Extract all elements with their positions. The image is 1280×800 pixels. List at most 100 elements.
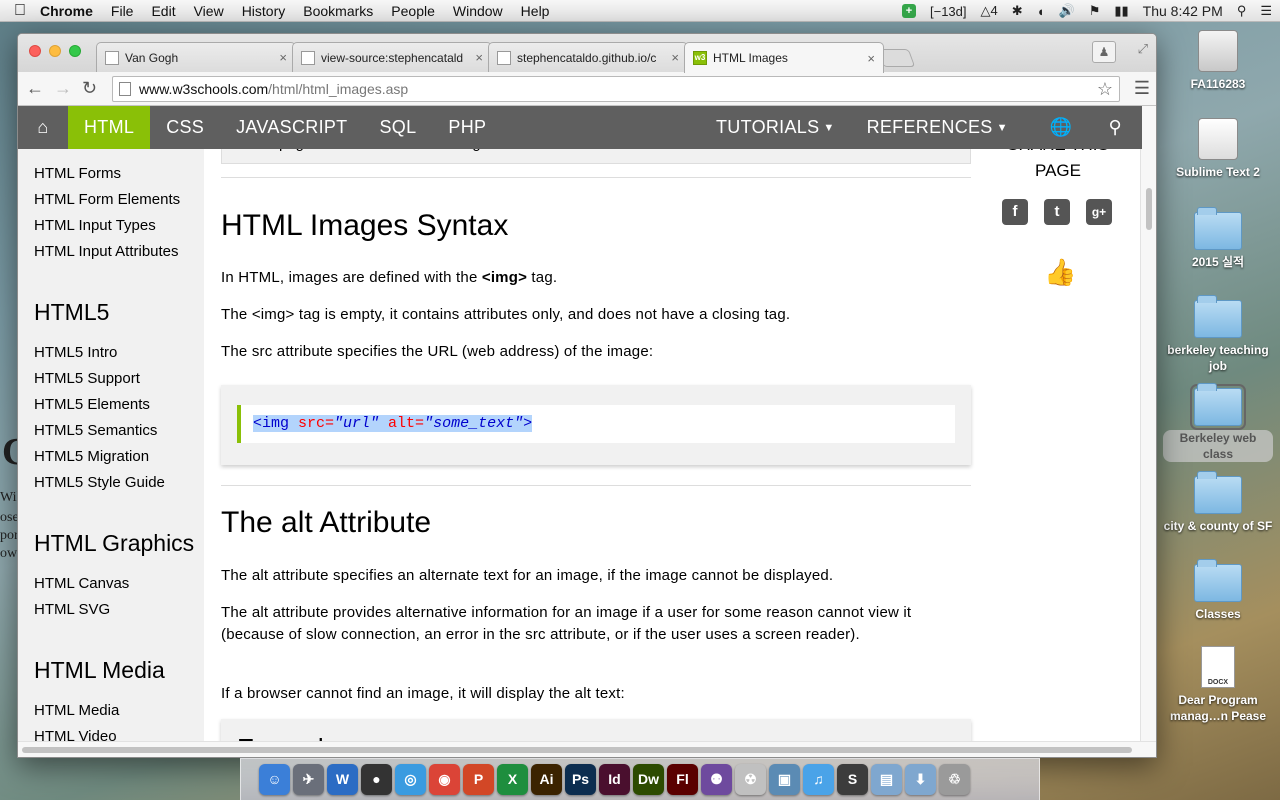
menu-file[interactable]: File xyxy=(111,3,134,19)
sidebar-link[interactable]: HTML5 Support xyxy=(34,370,140,387)
wifi-icon[interactable]: ◖ xyxy=(1037,4,1045,19)
horizontal-scroll-thumb[interactable] xyxy=(22,747,1132,753)
facebook-icon[interactable]: f xyxy=(1002,199,1028,225)
thumbs-up-icon[interactable]: 👍 xyxy=(1044,257,1076,288)
home-icon[interactable]: ⌂ xyxy=(18,106,68,149)
itunes-icon[interactable]: ♫ xyxy=(803,764,834,795)
twitter-icon[interactable]: t xyxy=(1044,199,1070,225)
fullscreen-icon[interactable]: ⤢ xyxy=(1138,41,1148,57)
tab-view-source[interactable]: view-source:stephencatald × xyxy=(292,42,492,72)
sidebar-link[interactable]: HTML Input Attributes xyxy=(34,243,179,260)
tab-html-images[interactable]: w3 HTML Images × xyxy=(684,42,884,73)
desktop-icon-folder[interactable]: Classes xyxy=(1163,559,1273,622)
vertical-scroll-thumb[interactable] xyxy=(1146,188,1152,230)
volume-icon[interactable]: 🔊 xyxy=(1059,3,1075,19)
sidebar-link[interactable]: HTML Input Types xyxy=(34,217,156,234)
dreamweaver-icon[interactable]: Dw xyxy=(633,764,664,795)
menu-window[interactable]: Window xyxy=(453,3,503,19)
desktop-icon-sublime-volume[interactable]: Sublime Text 2 xyxy=(1163,118,1273,180)
nav-php[interactable]: PHP xyxy=(432,106,502,149)
status-plus-icon[interactable]: + xyxy=(901,4,916,18)
nav-sql[interactable]: SQL xyxy=(363,106,432,149)
downloads-icon[interactable]: ⬇ xyxy=(905,764,936,795)
google-plus-icon[interactable]: g+ xyxy=(1086,199,1112,225)
sidebar-link[interactable]: HTML5 Elements xyxy=(34,396,150,413)
profile-icon[interactable]: ♟ xyxy=(1092,41,1116,63)
menu-edit[interactable]: Edit xyxy=(151,3,175,19)
clock[interactable]: Thu 8:42 PM xyxy=(1143,3,1223,19)
illustrator-icon[interactable]: Ai xyxy=(531,764,562,795)
flag-icon[interactable]: ⚑ xyxy=(1089,3,1101,19)
bookmark-star-icon[interactable]: ☆ xyxy=(1097,79,1113,100)
trash-icon[interactable]: ♲ xyxy=(939,764,970,795)
preview-icon[interactable]: ▣ xyxy=(769,764,800,795)
flash-icon[interactable]: Fl xyxy=(667,764,698,795)
desktop-icon-folder[interactable]: berkeley teaching job xyxy=(1163,295,1273,374)
github-icon[interactable]: ⚉ xyxy=(701,764,732,795)
battery-icon[interactable]: ▮▮ xyxy=(1114,3,1128,19)
safari-icon[interactable]: ◎ xyxy=(395,764,426,795)
sidebar-link[interactable]: HTML5 Style Guide xyxy=(34,474,165,491)
finder-icon[interactable]: ☺ xyxy=(259,764,290,795)
indesign-icon[interactable]: Id xyxy=(599,764,630,795)
menu-help[interactable]: Help xyxy=(521,3,550,19)
desktop-icon-document[interactable]: DOCX Dear Program manag…n Pease xyxy=(1163,646,1273,724)
word-icon[interactable]: W xyxy=(327,764,358,795)
sidebar-link[interactable]: HTML SVG xyxy=(34,601,110,618)
nav-css[interactable]: CSS xyxy=(150,106,220,149)
acrobat-icon[interactable]: ☢ xyxy=(735,764,766,795)
tab-close-icon[interactable]: × xyxy=(279,50,287,65)
spotlight-icon[interactable]: ⚲ xyxy=(1237,3,1247,19)
nav-references[interactable]: REFERENCES ▼ xyxy=(851,106,1024,149)
notification-center-icon[interactable]: ☰ xyxy=(1260,3,1272,19)
sidebar-link[interactable]: HTML Form Elements xyxy=(34,191,180,208)
search-icon[interactable]: ⚲ xyxy=(1099,106,1142,149)
desktop-icon-drive[interactable]: FA116283 xyxy=(1163,30,1273,92)
sidebar-link[interactable]: HTML Media xyxy=(34,702,119,719)
page-info-icon[interactable] xyxy=(119,82,131,96)
tab-close-icon[interactable]: × xyxy=(867,51,875,66)
desktop-icon-folder-selected[interactable]: Berkeley web class xyxy=(1163,383,1273,462)
chrome-menu-icon[interactable]: ☰ xyxy=(1134,78,1150,99)
tab-github-io[interactable]: stephencataldo.github.io/c × xyxy=(488,42,688,72)
nav-html[interactable]: HTML xyxy=(68,106,151,149)
app-menu-chrome[interactable]: Chrome xyxy=(40,3,93,19)
globe-icon[interactable]: 🌐 xyxy=(1024,106,1099,149)
sidebar-link[interactable]: HTML Canvas xyxy=(34,575,129,592)
sidebar-link[interactable]: HTML Forms xyxy=(34,165,121,182)
nav-tutorials[interactable]: TUTORIALS ▼ xyxy=(700,106,851,149)
horizontal-scrollbar[interactable] xyxy=(18,741,1156,757)
forward-arrow-icon[interactable]: → xyxy=(54,78,72,99)
photoshop-icon[interactable]: Ps xyxy=(565,764,596,795)
sidebar-link[interactable]: HTML5 Semantics xyxy=(34,422,157,439)
status-days-text[interactable]: [−13d] xyxy=(930,4,967,19)
sublime-icon[interactable]: S xyxy=(837,764,868,795)
code-snippet[interactable]: <img src="url" alt="some_text"> xyxy=(237,405,955,443)
tab-close-icon[interactable]: × xyxy=(671,50,679,65)
excel-icon[interactable]: X xyxy=(497,764,528,795)
applications-icon[interactable]: ▤ xyxy=(871,764,902,795)
window-zoom-button[interactable] xyxy=(69,45,81,57)
reload-icon[interactable]: ↻ xyxy=(82,78,97,99)
back-arrow-icon[interactable]: ← xyxy=(26,78,44,99)
vertical-scrollbar[interactable] xyxy=(1140,106,1156,743)
status-a-counter[interactable]: △4 xyxy=(981,3,998,19)
sidebar-link[interactable]: HTML5 Intro xyxy=(34,344,117,361)
powerpoint-icon[interactable]: P xyxy=(463,764,494,795)
menu-history[interactable]: History xyxy=(242,3,286,19)
tab-close-icon[interactable]: × xyxy=(475,50,483,65)
nav-javascript[interactable]: JAVASCRIPT xyxy=(220,106,363,149)
window-close-button[interactable] xyxy=(29,45,41,57)
menu-bookmarks[interactable]: Bookmarks xyxy=(303,3,373,19)
desktop-icon-folder[interactable]: 2015 실적 xyxy=(1163,207,1273,270)
menu-view[interactable]: View xyxy=(194,3,224,19)
launchpad-icon[interactable]: ✈ xyxy=(293,764,324,795)
desktop-icon-folder[interactable]: city & county of SF xyxy=(1163,471,1273,534)
address-bar[interactable]: www.w3schools.com /html/html_images.asp … xyxy=(112,76,1120,102)
window-minimize-button[interactable] xyxy=(49,45,61,57)
menu-people[interactable]: People xyxy=(391,3,435,19)
dashboard-icon[interactable]: ● xyxy=(361,764,392,795)
apple-menu-icon[interactable]:  xyxy=(0,2,40,20)
sidebar-link[interactable]: HTML5 Migration xyxy=(34,448,149,465)
chrome-icon[interactable]: ◉ xyxy=(429,764,460,795)
